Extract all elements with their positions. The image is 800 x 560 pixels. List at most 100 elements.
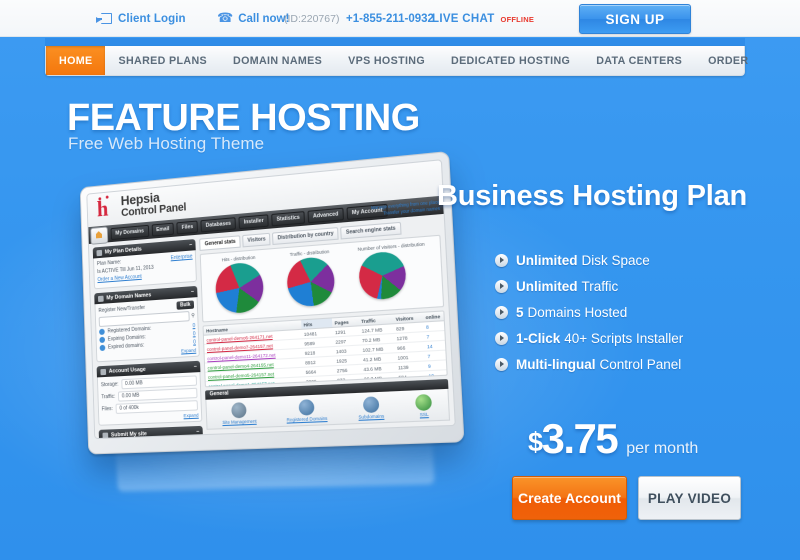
- cp-subtab-search-engine[interactable]: Search engine stats: [340, 221, 402, 240]
- client-login-label: Client Login: [118, 12, 186, 25]
- cell-pages: 1291: [334, 328, 346, 335]
- cp-tab-advanced[interactable]: Advanced: [307, 207, 344, 223]
- call-now-link[interactable]: ☎ Call now!: [217, 0, 289, 37]
- hero-subtitle: Free Web Hosting Theme: [68, 134, 265, 153]
- globe-icon: [362, 396, 380, 414]
- cp-hostname-table: Hostname Hits Pages Traffic Visitors onl…: [202, 310, 448, 388]
- cp-panel-submit-my-site: Submit My site −: [98, 425, 204, 440]
- nav-item-data-centers[interactable]: DATA CENTERS: [583, 46, 695, 75]
- cp-quick-label: Subdomains: [358, 413, 385, 420]
- feature-item-traffic: Unlimited Traffic: [495, 273, 795, 299]
- phone-number[interactable]: +1-855-211-0932: [346, 0, 434, 37]
- cta-row: Create Account PLAY VIDEO: [512, 476, 741, 520]
- cell-hits: 9589: [304, 340, 315, 347]
- nav-item-shared-plans[interactable]: SHARED PLANS: [105, 46, 220, 75]
- nav-item-dedicated-hosting[interactable]: DEDICATED HOSTING: [438, 46, 583, 75]
- cp-tab-statistics[interactable]: Statistics: [271, 210, 306, 226]
- play-video-button[interactable]: PLAY VIDEO: [638, 476, 741, 520]
- price-currency: $: [528, 427, 543, 457]
- cell-hits: 8912: [305, 359, 316, 366]
- cp-chart-title: Number of visitors - distribution: [357, 241, 425, 252]
- nav-item-home[interactable]: HOME: [46, 46, 106, 75]
- collapse-icon[interactable]: −: [191, 289, 194, 295]
- cp-subtab-general-stats[interactable]: General stats: [199, 235, 241, 251]
- cp-quick-registered-domains[interactable]: Registered Domains: [286, 399, 328, 423]
- pie-chart-icon: [286, 255, 336, 308]
- arrow-bullet-icon: [495, 279, 508, 293]
- feature-item-domains: 5 Domains Hosted: [495, 299, 795, 325]
- cell-pages: 2297: [335, 338, 347, 345]
- cp-panel-title: Submit My site: [110, 430, 147, 439]
- cp-tab-databases[interactable]: Databases: [200, 216, 237, 232]
- cp-files-label: Files:: [101, 405, 113, 413]
- arrow-bullet-icon: [495, 331, 508, 345]
- arrow-bullet-icon: [495, 357, 508, 371]
- cell-visitors: 1139: [397, 364, 409, 370]
- search-icon[interactable]: ⚲: [191, 313, 195, 319]
- call-now-label: Call now!: [238, 12, 290, 25]
- plan-title: Business Hosting Plan: [437, 180, 748, 212]
- cp-panel-title: My Plan Details: [104, 246, 142, 256]
- bar-chart-icon: [100, 368, 107, 375]
- cp-files-value: 0 of 400k: [115, 400, 199, 414]
- cp-quick-site-management[interactable]: Site Management: [222, 402, 257, 425]
- client-login-link[interactable]: Client Login: [96, 0, 186, 37]
- price-block: $3.75 per month: [528, 415, 698, 463]
- cp-panel-title: Account Usage: [108, 366, 146, 375]
- cp-expiring-value[interactable]: 0: [193, 331, 196, 337]
- collapse-icon[interactable]: −: [196, 429, 199, 435]
- col-visitors[interactable]: Visitors: [393, 313, 423, 323]
- col-pages[interactable]: Pages: [332, 317, 359, 327]
- cell-online[interactable]: 9: [426, 360, 447, 370]
- cp-panel-account-usage: Account Usage − Storage: 0.00 MB Traffic…: [96, 360, 203, 426]
- feature-rest: Disk Space: [581, 252, 650, 268]
- collapse-icon[interactable]: −: [189, 242, 192, 248]
- cp-home-icon[interactable]: [90, 226, 109, 245]
- cp-quick-subdomains[interactable]: Subdomains: [357, 396, 384, 420]
- cp-registered-value[interactable]: 0: [192, 323, 195, 329]
- live-chat-status-badge: OFFLINE: [500, 15, 535, 24]
- cp-tab-installer[interactable]: Installer: [238, 213, 269, 229]
- cp-storage-label: Storage:: [100, 381, 119, 389]
- cp-expired-value[interactable]: 0: [193, 339, 196, 345]
- cp-order-new-account-link[interactable]: Order a New Account: [97, 274, 141, 283]
- live-chat-label: LIVE CHAT: [432, 12, 495, 25]
- create-account-button[interactable]: Create Account: [512, 476, 627, 520]
- signup-button[interactable]: SIGN UP: [579, 4, 691, 34]
- call-id-label: (ID:220767): [284, 12, 340, 25]
- cell-online[interactable]: 7: [425, 351, 446, 361]
- nav-item-order[interactable]: ORDER: [695, 46, 761, 75]
- feature-strong: 5: [516, 304, 524, 320]
- gear-icon: [231, 402, 247, 419]
- feature-rest: 40+ Scripts Installer: [564, 330, 684, 346]
- collapse-icon[interactable]: −: [194, 363, 197, 369]
- nav-item-vps-hosting[interactable]: VPS HOSTING: [335, 46, 438, 75]
- cell-online[interactable]: 7: [424, 331, 445, 341]
- cp-bulk-button[interactable]: Bulk: [176, 300, 195, 310]
- cp-traffic-label: Traffic:: [101, 393, 116, 401]
- cell-online[interactable]: 8: [424, 321, 445, 331]
- cp-chart-hits: Hits - distribution: [215, 254, 265, 315]
- feature-rest: Traffic: [581, 278, 619, 294]
- cp-subtab-visitors[interactable]: Visitors: [242, 232, 271, 248]
- hepsia-logo-icon: h: [97, 196, 118, 222]
- col-online[interactable]: online: [423, 312, 444, 322]
- cp-traffic-value: 0.00 MB: [117, 387, 198, 402]
- cp-tab-my-domains[interactable]: My Domains: [110, 224, 149, 240]
- pie-chart-icon: [357, 250, 407, 301]
- cp-tab-email[interactable]: Email: [151, 222, 175, 237]
- phone-icon: ☎: [217, 9, 234, 25]
- pie-chart-icon: [215, 261, 265, 315]
- cp-subtab-country[interactable]: Distribution by country: [272, 227, 340, 245]
- control-panel-frame: h Hepsia Control Panel My Domains Email …: [79, 150, 465, 455]
- cell-pages: 1925: [336, 357, 348, 364]
- cp-sidebar: My Plan Details − Plan Name: Enterprise …: [89, 235, 207, 440]
- globe-icon: [99, 344, 106, 352]
- cell-visitors: 829: [395, 325, 405, 332]
- cp-plan-value[interactable]: Enterprise: [171, 254, 193, 262]
- live-chat-link[interactable]: LIVE CHAT OFFLINE: [432, 0, 534, 37]
- nav-item-domain-names[interactable]: DOMAIN NAMES: [220, 46, 335, 75]
- cp-tab-files[interactable]: Files: [176, 219, 199, 234]
- cell-online[interactable]: 14: [425, 341, 446, 351]
- cp-quick-ssl[interactable]: SSL: [415, 393, 433, 418]
